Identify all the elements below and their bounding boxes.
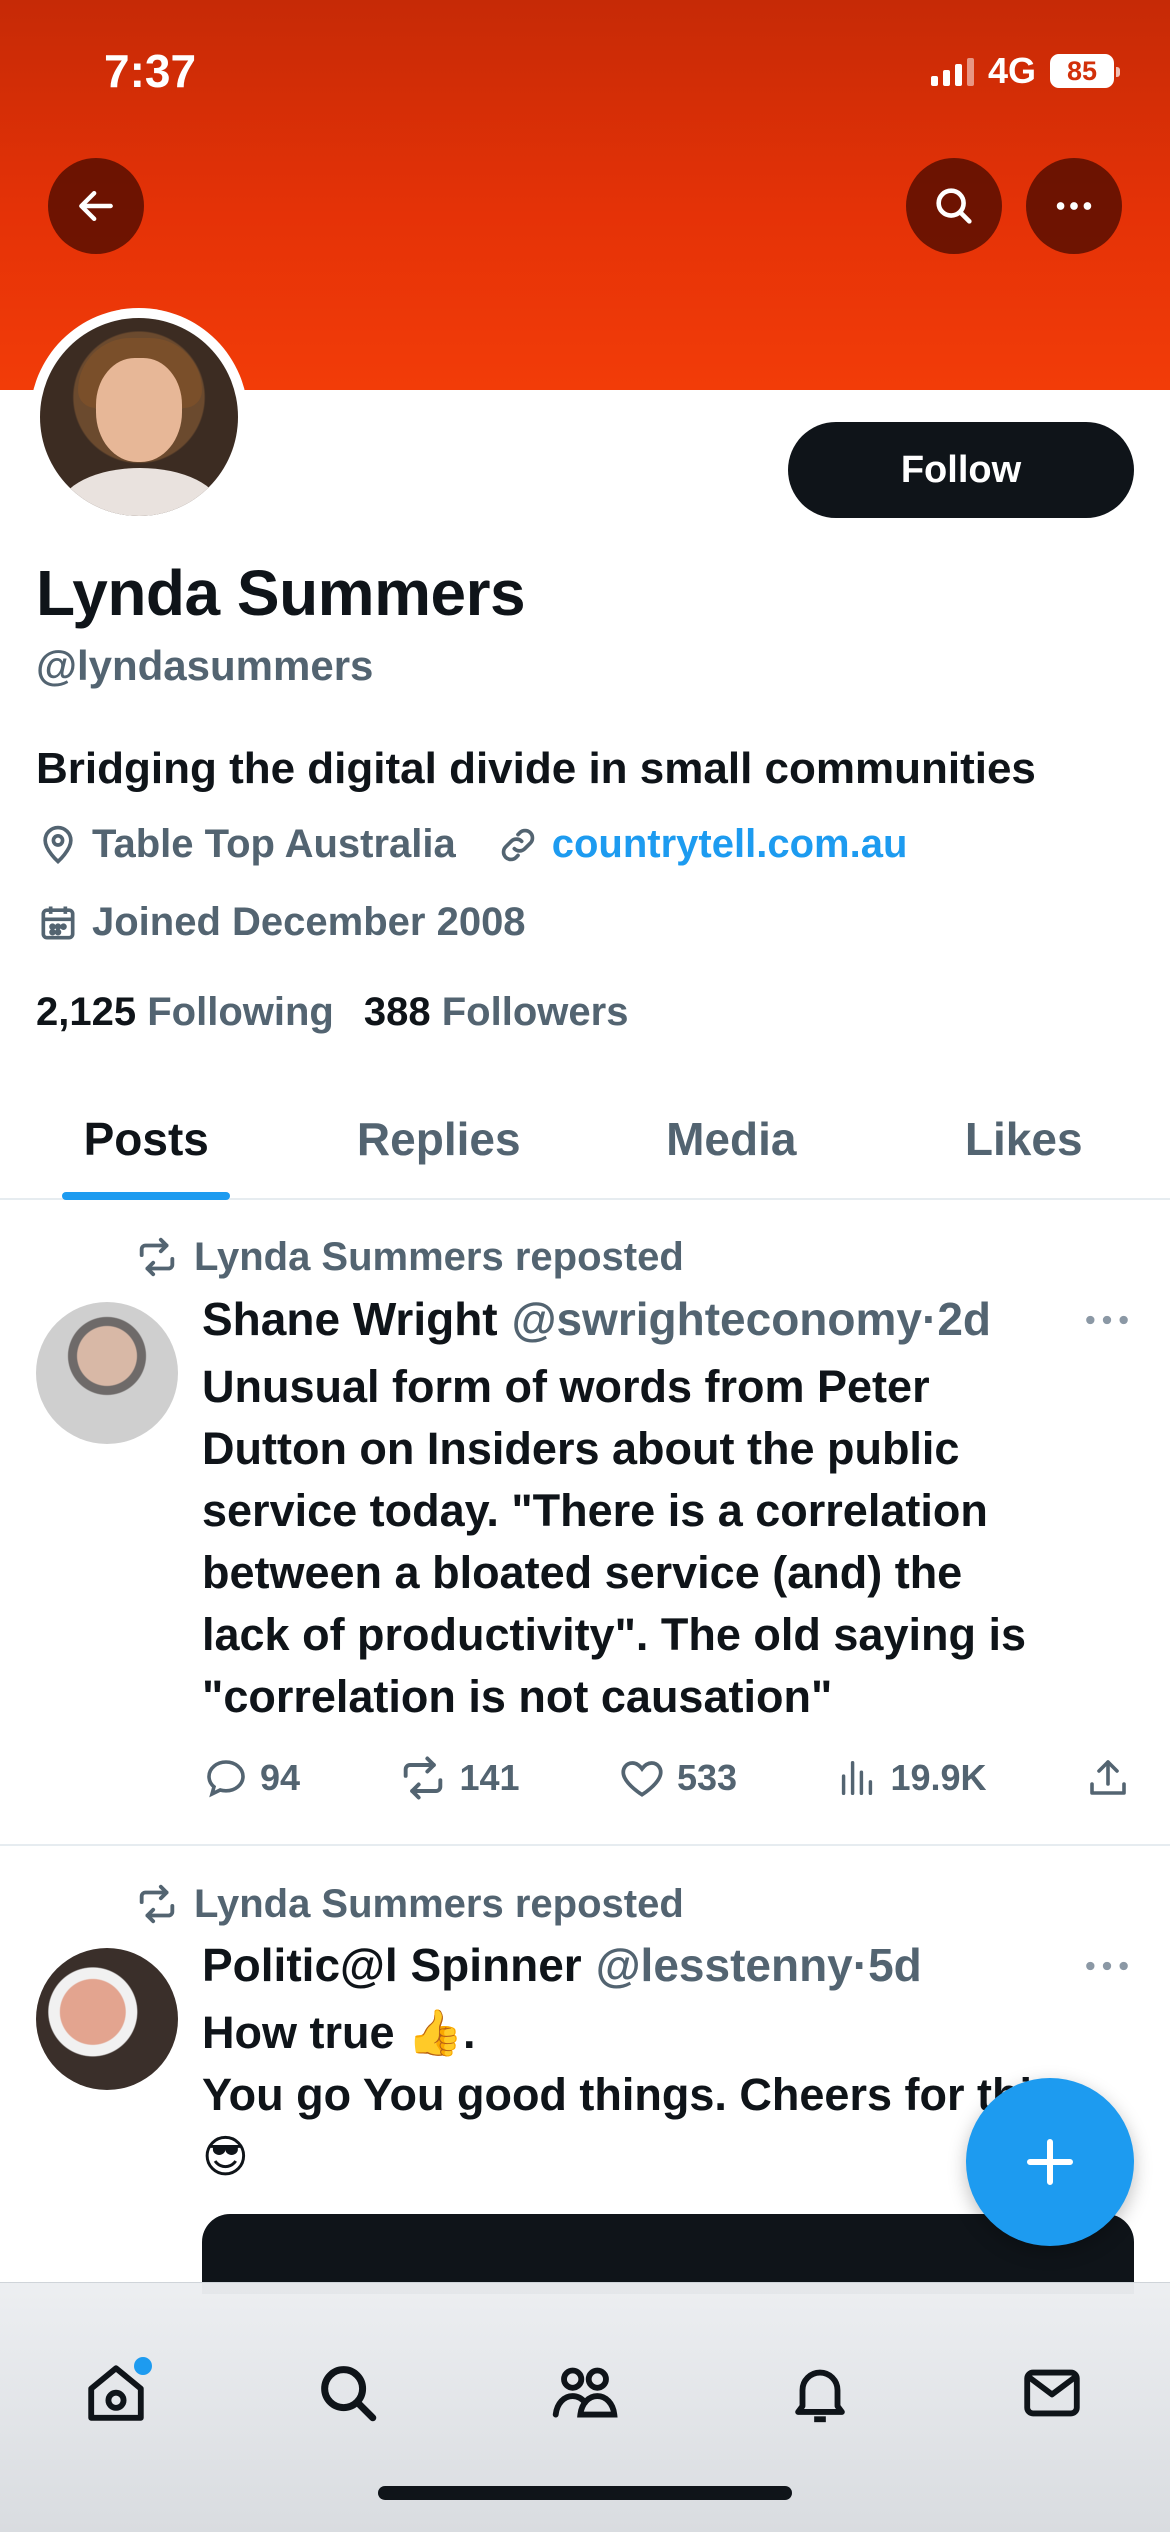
reply-button[interactable]: 94 [202,1754,300,1802]
location-pin-icon [43,825,73,864]
profile-website-link[interactable]: countrytell.com.au [552,822,908,867]
profile-bio: Bridging the digital divide in small com… [36,744,1036,793]
compose-button[interactable] [966,2078,1134,2246]
post-time: 5d [868,1939,922,1991]
following-count: 2,125 [36,990,137,1034]
profile-meta-row: Table Top Australia countrytell.com.au [36,822,907,867]
status-time: 7:37 [104,45,197,97]
author-name[interactable]: Politic@l Spinner [202,1938,582,1992]
post-more-button[interactable] [1082,1300,1132,1345]
followers-link[interactable]: 388 Followers [364,990,629,1035]
more-horizontal-icon [1086,1315,1128,1325]
post-time: 2d [937,1293,991,1345]
tab-posts[interactable]: Posts [0,1080,293,1198]
network-label: 4G [987,50,1036,91]
views-count: 19.9K [890,1757,987,1798]
post-actions: 94 141 533 19.9K [202,1752,1132,1804]
link-icon [501,828,535,861]
repost-indicator: Lynda Summers reposted [134,1881,684,1927]
views-icon [842,1760,873,1796]
status-indicators: 4G 85 [930,50,1120,92]
search-icon [936,188,972,224]
profile-location: Table Top Australia [92,822,456,866]
repost-button[interactable]: 141 [397,1752,520,1804]
reply-icon [207,1760,245,1798]
follow-counts: 2,125 Following 388 Followers [36,990,628,1035]
like-button[interactable]: 533 [617,1753,737,1803]
joined-date: Joined December 2008 [92,900,526,944]
avatar[interactable] [36,1948,178,2090]
tab-media[interactable]: Media [585,1080,878,1198]
repost-count: 141 [459,1757,520,1798]
profile-tabs: Posts Replies Media Likes [0,1080,1170,1200]
post-divider [0,1844,1170,1846]
communities-icon [552,2367,618,2418]
display-name: Lynda Summers [36,557,526,629]
post-header: Politic@l Spinner @lesstenny · 5d [202,1938,922,1992]
profile-avatar[interactable] [30,308,248,526]
back-button[interactable] [48,158,144,254]
repost-icon [404,1756,443,1800]
followers-count: 388 [363,990,431,1034]
tab-likes[interactable]: Likes [878,1080,1170,1198]
signal-icon [930,56,974,86]
search-button[interactable] [906,158,1002,254]
arrow-left-icon [79,190,113,222]
repost-label: Lynda Summers reposted [194,1234,684,1279]
following-label: Following [147,990,334,1034]
post-more-button[interactable] [1082,1946,1132,1991]
calendar-icon [41,906,75,939]
home-indicator [378,2486,792,2500]
nav-search[interactable] [308,2353,388,2433]
post-text-line: between a bloated service (and) the [202,1547,963,1598]
search-icon [321,2366,377,2422]
follow-button[interactable]: Follow [788,422,1134,518]
post-text-line: service today. "There is a correlation [202,1485,988,1536]
user-handle: @lyndasummers [36,642,374,689]
post-text-line: lack of productivity". The old saying is [202,1609,1026,1660]
nav-home[interactable] [76,2353,156,2433]
views-button[interactable]: 19.9K [834,1755,987,1801]
share-icon [1090,1760,1126,1795]
followers-label: Followers [441,990,629,1034]
post-text-line: You go You good things. Cheers for this [202,2069,1057,2120]
separator: · [921,1293,938,1345]
avatar[interactable] [36,1302,178,1444]
like-count: 533 [676,1757,738,1798]
repost-icon [139,1237,175,1277]
repost-indicator: Lynda Summers reposted [134,1234,684,1280]
author-name[interactable]: Shane Wright [202,1292,498,1346]
nav-communities[interactable] [545,2353,625,2433]
separator: · [852,1939,869,1991]
repost-icon [139,1884,175,1924]
notification-dot [134,2357,152,2375]
post-text: Unusual form of words from Peter Dutton … [202,1356,1112,1728]
heart-icon [621,1761,663,1797]
author-handle[interactable]: @swrighteconomy [512,1292,922,1346]
following-link[interactable]: 2,125 Following [36,990,334,1035]
author-handle[interactable]: @lesstenny [596,1938,853,1992]
post-text-line: Dutton on Insiders about the public [202,1423,960,1474]
plus-icon [1027,2139,1073,2185]
share-button[interactable] [1084,1754,1132,1802]
post-text-line: How true 👍. [202,2007,476,2058]
tab-replies[interactable]: Replies [293,1080,586,1198]
post-header: Shane Wright @swrighteconomy · 2d [202,1292,991,1346]
post-text-line: Unusual form of words from Peter [202,1361,930,1412]
post-text-line: "correlation is not causation" [202,1671,833,1722]
repost-label: Lynda Summers reposted [194,1881,684,1926]
mail-icon [1024,2369,1080,2417]
bell-icon [795,2369,845,2423]
reply-count: 94 [260,1757,301,1798]
avatar-image [40,318,238,516]
joined-row: Joined December 2008 [36,900,526,945]
battery-icon: 85 [1050,54,1120,88]
more-button[interactable] [1026,158,1122,254]
more-horizontal-icon [1086,1961,1128,1971]
nav-notifications[interactable] [780,2353,860,2433]
more-horizontal-icon [1056,202,1092,210]
nav-messages[interactable] [1012,2353,1092,2433]
